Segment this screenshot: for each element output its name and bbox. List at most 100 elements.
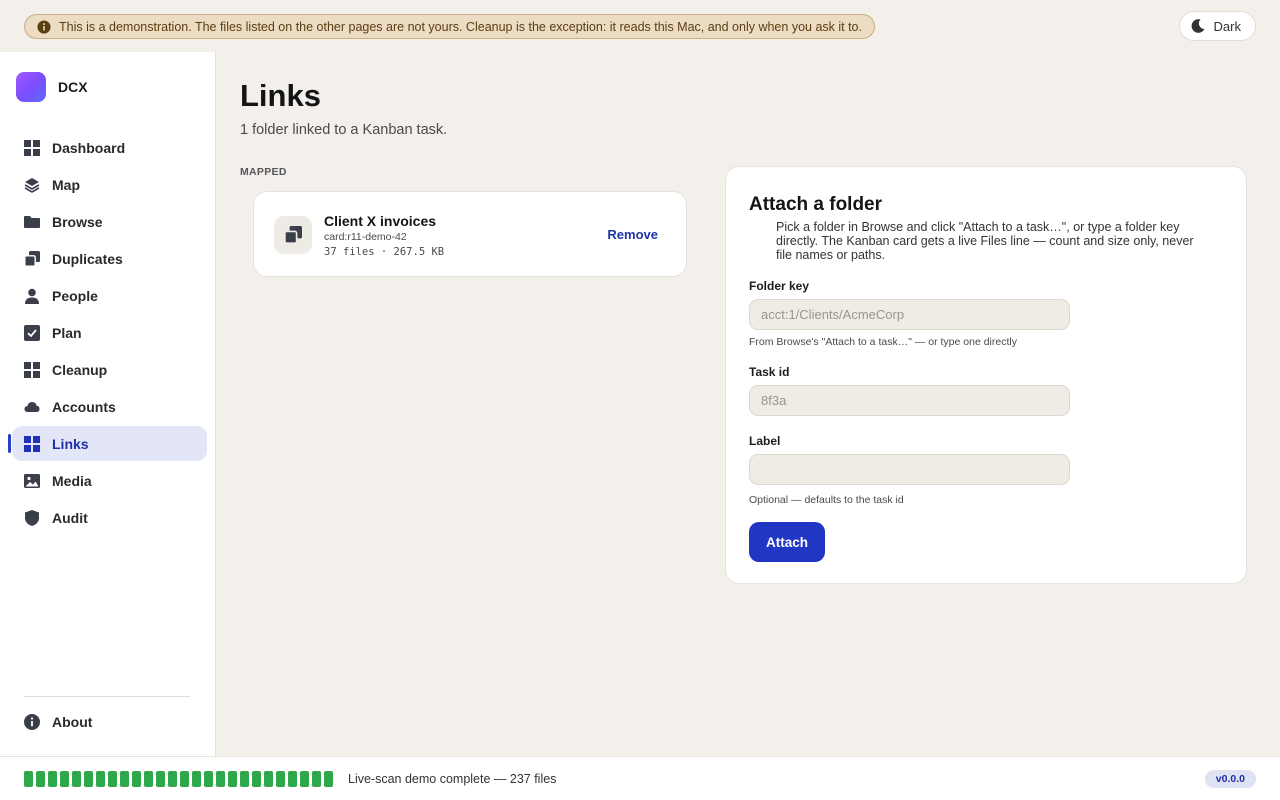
sidebar-item-dashboard[interactable]: Dashboard [12, 130, 207, 165]
theme-toggle-button[interactable]: Dark [1178, 11, 1256, 41]
progress-segment [204, 771, 213, 787]
progress-segment [276, 771, 285, 787]
sidebar-item-label: Accounts [52, 398, 116, 415]
sidebar-item-about[interactable]: About [12, 704, 207, 739]
progress-segment [24, 771, 33, 787]
progress-segment [228, 771, 237, 787]
page-subtitle: 1 folder linked to a Kanban task. [240, 122, 448, 138]
sidebar-item-label: Cleanup [52, 361, 108, 378]
progress-segment [312, 771, 321, 787]
sidebar-item-map[interactable]: Map [12, 167, 207, 202]
progress-segment [216, 771, 225, 787]
layers-icon [24, 177, 40, 193]
progress-segment [264, 771, 273, 787]
sidebar-item-cleanup[interactable]: Cleanup [12, 352, 207, 387]
link-card-id: card:r11-demo-42 [324, 231, 407, 243]
sidebar-item-label: Media [52, 472, 92, 489]
scan-status-text: Live-scan demo complete — 237 files [348, 772, 557, 786]
sidebar-divider [24, 696, 190, 697]
task-id-input[interactable] [749, 385, 1070, 416]
progress-segment [300, 771, 309, 787]
theme-toggle-label: Dark [1213, 18, 1241, 34]
link-title: Client X invoices [324, 213, 437, 229]
attach-description: Pick a folder in Browse and click "Attac… [776, 220, 1194, 262]
progress-segment [36, 771, 45, 787]
sidebar-item-label: Links [52, 435, 89, 452]
attach-folder-panel: Attach a folder Pick a folder in Browse … [725, 166, 1247, 584]
app-name: DCX [58, 79, 88, 95]
sidebar-item-accounts[interactable]: Accounts [12, 389, 207, 424]
sidebar-about: About [12, 704, 207, 741]
progress-segment [96, 771, 105, 787]
progress-segment [72, 771, 81, 787]
demo-banner: This is a demonstration. The files liste… [24, 14, 875, 39]
sidebar-item-links[interactable]: Links [8, 426, 207, 461]
sidebar-item-label: Browse [52, 213, 103, 230]
link-stats: 37 files · 267.5 KB [324, 246, 445, 258]
folder-key-input[interactable] [749, 299, 1070, 330]
folder-key-hint: From Browse's "Attach to a task…" — or t… [749, 336, 1017, 348]
duplicates-icon [274, 216, 312, 254]
sidebar-item-label: Audit [52, 509, 88, 526]
sidebar-item-label: Map [52, 176, 80, 193]
progress-segment [120, 771, 129, 787]
progress-segment [84, 771, 93, 787]
progress-segment [192, 771, 201, 787]
progress-segment [252, 771, 261, 787]
folder-key-label: Folder key [749, 279, 810, 293]
attach-title: Attach a folder [749, 194, 883, 215]
sidebar-item-audit[interactable]: Audit [12, 500, 207, 535]
dashboard-icon [24, 139, 40, 156]
label-input[interactable] [749, 454, 1070, 485]
progress-segment [168, 771, 177, 787]
shield-icon [25, 509, 39, 526]
app-logo [16, 72, 46, 102]
remove-link-button[interactable]: Remove [607, 227, 658, 242]
progress-segment [48, 771, 57, 787]
section-label-mapped: MAPPED [240, 166, 287, 178]
info-icon [24, 713, 40, 730]
sidebar-item-label: Duplicates [52, 250, 123, 267]
label-hint: Optional — defaults to the task id [749, 494, 904, 506]
sidebar: DCX Dashboard Map Browse Duplicates Peop… [0, 52, 216, 756]
status-footer: Live-scan demo complete — 237 files v0.0… [0, 756, 1280, 800]
duplicates-icon [24, 250, 40, 267]
progress-segment [156, 771, 165, 787]
sidebar-item-duplicates[interactable]: Duplicates [12, 241, 207, 276]
folder-icon [24, 215, 40, 228]
sidebar-item-label: Plan [52, 324, 82, 341]
brand[interactable]: DCX [16, 72, 88, 102]
scan-progress-bar [24, 771, 333, 787]
person-icon [25, 288, 39, 304]
progress-segment [240, 771, 249, 787]
progress-segment [288, 771, 297, 787]
page-title: Links [240, 78, 321, 113]
cloud-icon [24, 401, 40, 412]
progress-segment [180, 771, 189, 787]
checkbox-icon [24, 324, 40, 341]
banner-text: This is a demonstration. The files liste… [59, 19, 862, 34]
link-card: Client X invoices card:r11-demo-42 37 fi… [253, 191, 687, 277]
sidebar-item-label: About [52, 713, 93, 730]
progress-segment [60, 771, 69, 787]
cleanup-icon [24, 361, 40, 378]
attach-button[interactable]: Attach [749, 522, 825, 562]
sidebar-item-browse[interactable]: Browse [12, 204, 207, 239]
moon-icon [1191, 19, 1205, 33]
sidebar-nav: Dashboard Map Browse Duplicates People P… [8, 130, 207, 537]
sidebar-item-label: Dashboard [52, 139, 126, 156]
links-icon [24, 435, 40, 452]
progress-segment [144, 771, 153, 787]
version-badge: v0.0.0 [1204, 770, 1256, 788]
progress-segment [324, 771, 333, 787]
sidebar-item-plan[interactable]: Plan [12, 315, 207, 350]
sidebar-item-media[interactable]: Media [12, 463, 207, 498]
info-icon [37, 19, 51, 34]
image-icon [24, 473, 40, 488]
sidebar-item-label: People [52, 287, 98, 304]
progress-segment [132, 771, 141, 787]
task-id-label: Task id [749, 365, 790, 379]
progress-segment [108, 771, 117, 787]
sidebar-item-people[interactable]: People [12, 278, 207, 313]
label-field-label: Label [749, 434, 781, 448]
